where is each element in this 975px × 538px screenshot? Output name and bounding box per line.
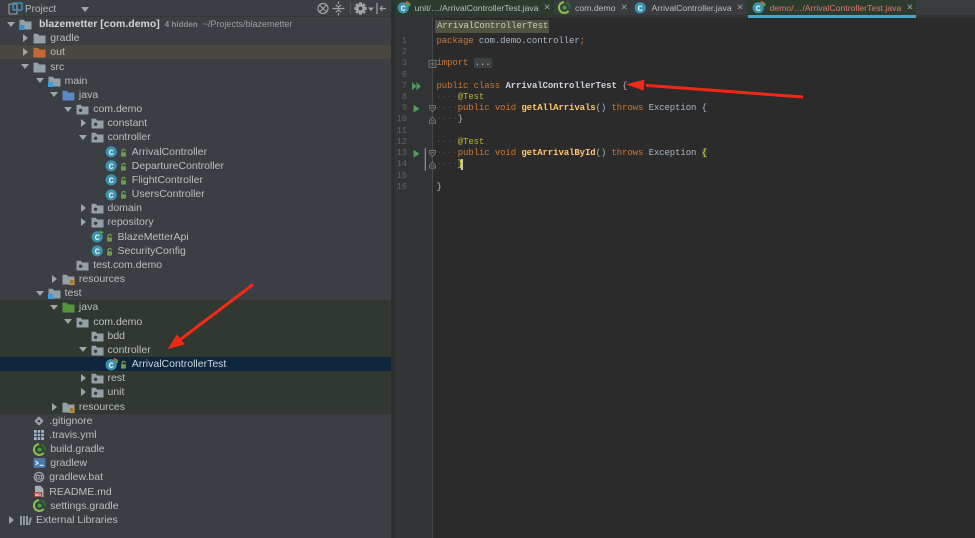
svg-text:C: C: [108, 176, 113, 186]
svg-text:C: C: [108, 190, 113, 200]
svg-text:C: C: [108, 148, 113, 158]
svg-text:C: C: [756, 4, 761, 14]
svg-text:C: C: [108, 361, 113, 371]
svg-text:Project: Project: [25, 4, 56, 15]
svg-text:C: C: [94, 233, 99, 243]
svg-text:C: C: [401, 4, 406, 14]
svg-text:C: C: [94, 247, 99, 257]
svg-text:C: C: [638, 4, 643, 14]
svg-text:MD: MD: [35, 493, 41, 497]
svg-text:C: C: [108, 162, 113, 172]
